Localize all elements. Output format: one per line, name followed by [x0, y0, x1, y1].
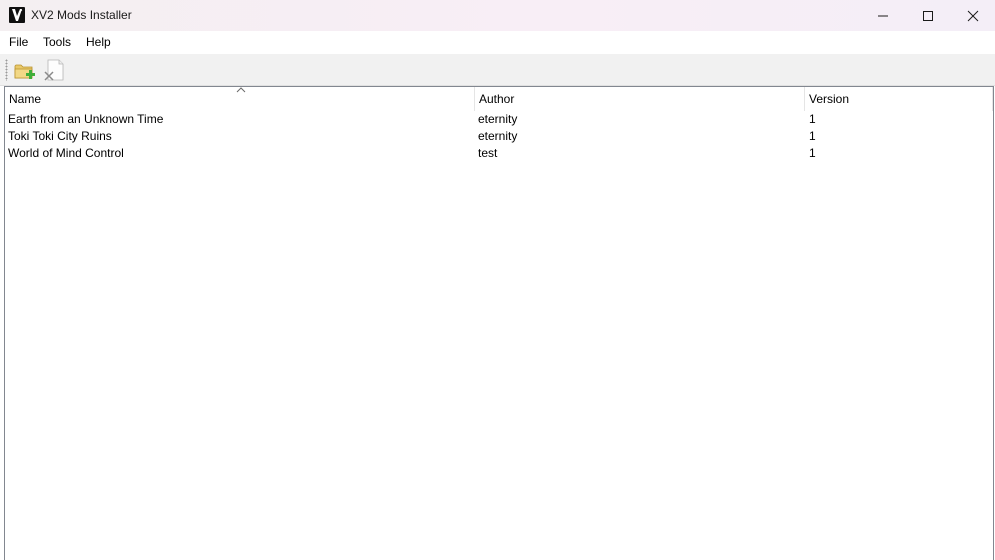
mod-version: 1: [809, 129, 816, 143]
uninstall-mod-button[interactable]: [42, 57, 68, 83]
folder-add-icon: [14, 64, 35, 79]
toolbar-grip[interactable]: [5, 59, 8, 81]
list-body: Earth from an Unknown Time eternity 1 To…: [5, 111, 993, 162]
mod-version: 1: [809, 146, 816, 160]
menu-file[interactable]: File: [9, 35, 28, 49]
list-header: Name Author Version: [5, 87, 993, 111]
column-header-version[interactable]: Version: [805, 87, 993, 111]
minimize-icon: [878, 15, 888, 16]
column-header-author[interactable]: Author: [475, 87, 805, 111]
list-item[interactable]: Toki Toki City Ruins eternity 1: [5, 128, 993, 145]
maximize-icon: [923, 10, 933, 21]
document-remove-icon: [44, 59, 64, 81]
minimize-button[interactable]: [860, 0, 906, 31]
mods-list[interactable]: Name Author Version Earth from an Unknow…: [4, 86, 994, 560]
mod-version: 1: [809, 112, 816, 126]
title-bar[interactable]: XV2 Mods Installer: [0, 0, 995, 31]
mod-author: eternity: [478, 129, 518, 143]
menu-bar: File Tools Help: [0, 31, 995, 53]
install-mod-button[interactable]: [13, 57, 39, 83]
mod-author: test: [478, 146, 498, 160]
mod-author: eternity: [478, 112, 518, 126]
app-window: XV2 Mods Installer File Tools Help Name …: [0, 0, 995, 560]
close-icon: [967, 10, 979, 21]
toolbar: [0, 53, 995, 86]
maximize-button[interactable]: [905, 0, 951, 31]
menu-tools[interactable]: Tools: [43, 35, 71, 49]
app-logo-icon: [9, 7, 25, 23]
mod-name: Earth from an Unknown Time: [8, 112, 164, 126]
list-item[interactable]: Earth from an Unknown Time eternity 1: [5, 111, 993, 128]
mod-name: Toki Toki City Ruins: [8, 129, 112, 143]
window-title: XV2 Mods Installer: [31, 8, 132, 22]
menu-help[interactable]: Help: [86, 35, 111, 49]
list-item[interactable]: World of Mind Control test 1: [5, 145, 993, 162]
mod-name: World of Mind Control: [8, 146, 124, 160]
sort-ascending-icon: [236, 87, 246, 93]
close-button[interactable]: [950, 0, 995, 31]
